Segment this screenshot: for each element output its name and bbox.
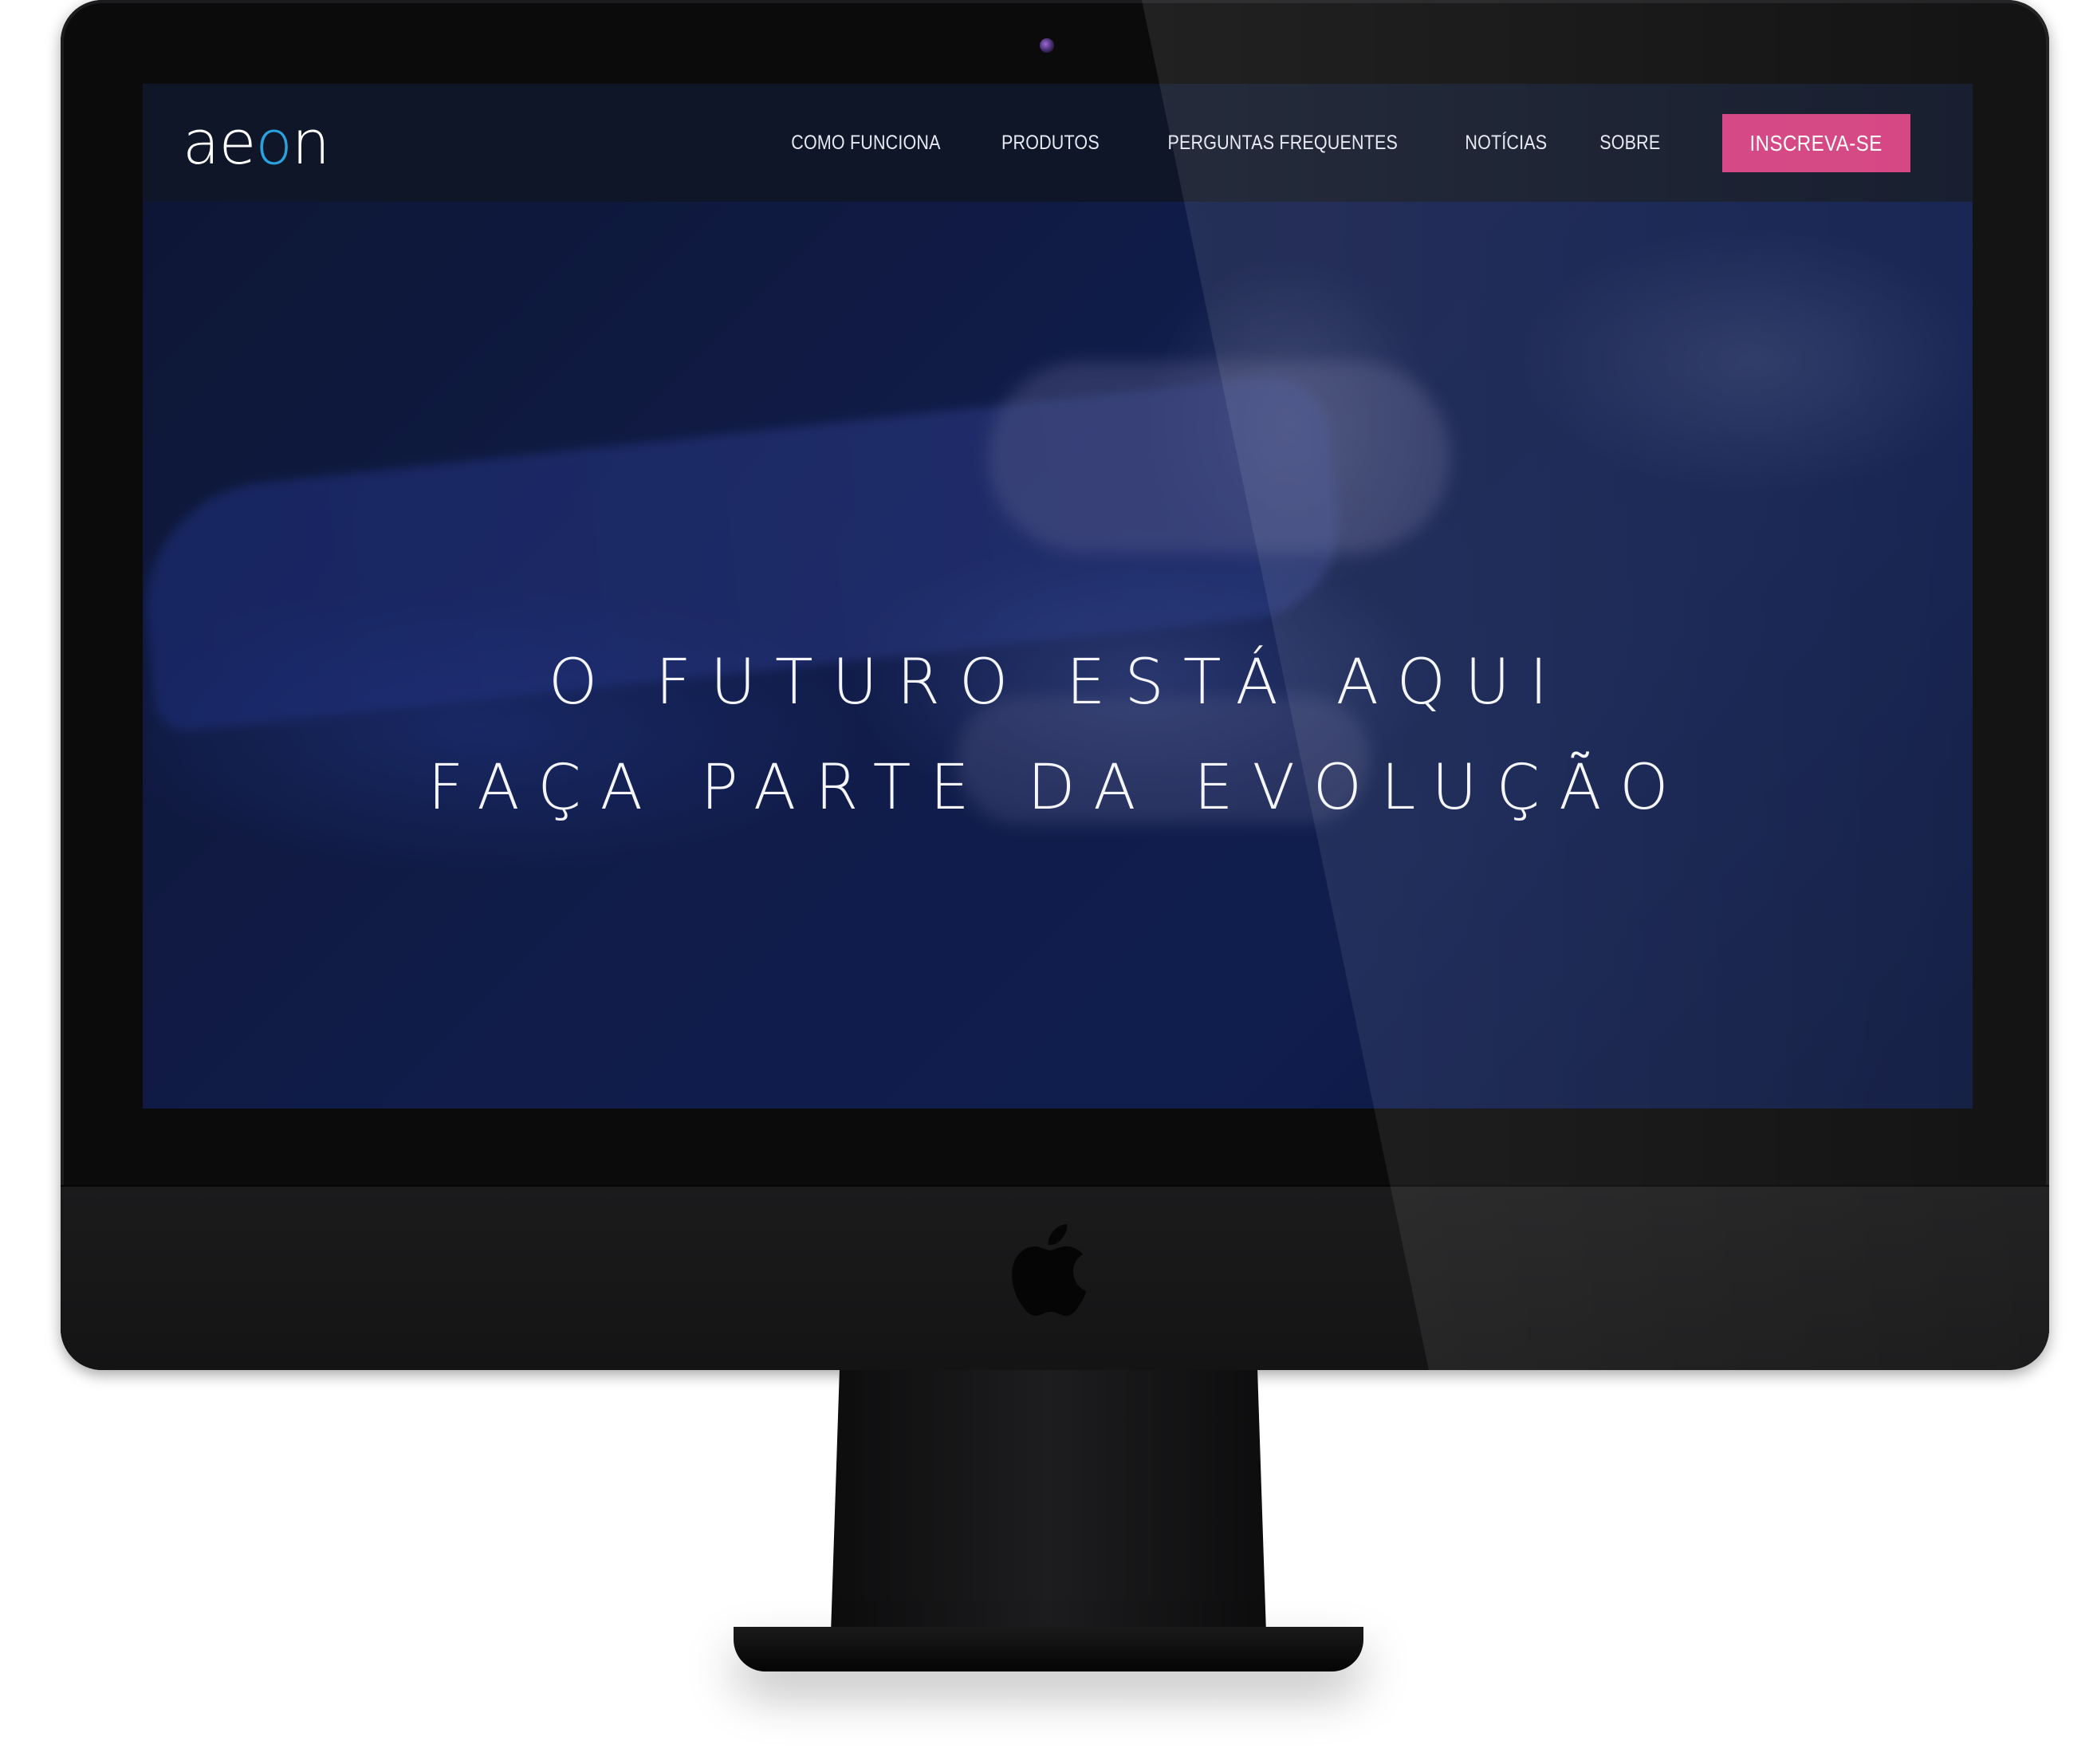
nav-item-produtos[interactable]: PRODUTOS <box>1001 132 1100 155</box>
monitor-stand-neck <box>831 1370 1266 1633</box>
logo-text-o: o <box>255 107 292 178</box>
site-header: aeon COMO FUNCIONA PRODUTOS PERGUNTAS FR… <box>143 84 1973 202</box>
hero-subheadline: FAÇA PARTE DA EVOLUÇÃO <box>427 752 1688 824</box>
nav-item-perguntas-frequentes[interactable]: PERGUNTAS FREQUENTES <box>1168 132 1399 155</box>
nav-item-noticias[interactable]: NOTÍCIAS <box>1465 132 1547 155</box>
subscribe-button[interactable]: INSCREVA-SE <box>1722 114 1910 172</box>
camera-icon <box>1040 38 1054 53</box>
nav-item-sobre[interactable]: SOBRE <box>1600 132 1661 155</box>
main-nav: COMO FUNCIONA PRODUTOS PERGUNTAS FREQUEN… <box>779 84 1666 202</box>
logo-text-prefix: ae <box>183 107 256 178</box>
apple-icon <box>1012 1224 1086 1316</box>
monitor-stand-foot <box>734 1627 1363 1671</box>
logo-text-suffix: n <box>291 107 330 178</box>
hero-headline: O FUTURO ESTÁ AQUI <box>548 647 1568 719</box>
nav-item-como-funciona[interactable]: COMO FUNCIONA <box>791 132 940 155</box>
aeon-logo[interactable]: aeon <box>183 112 330 173</box>
browser-viewport: aeon COMO FUNCIONA PRODUTOS PERGUNTAS FR… <box>143 84 1973 1108</box>
imac-mockup: aeon COMO FUNCIONA PRODUTOS PERGUNTAS FR… <box>0 0 2097 1764</box>
subscribe-button-label: INSCREVA-SE <box>1749 130 1883 156</box>
hero-section: O FUTURO ESTÁ AQUI FAÇA PARTE DA EVOLUÇÃ… <box>143 202 1973 1108</box>
